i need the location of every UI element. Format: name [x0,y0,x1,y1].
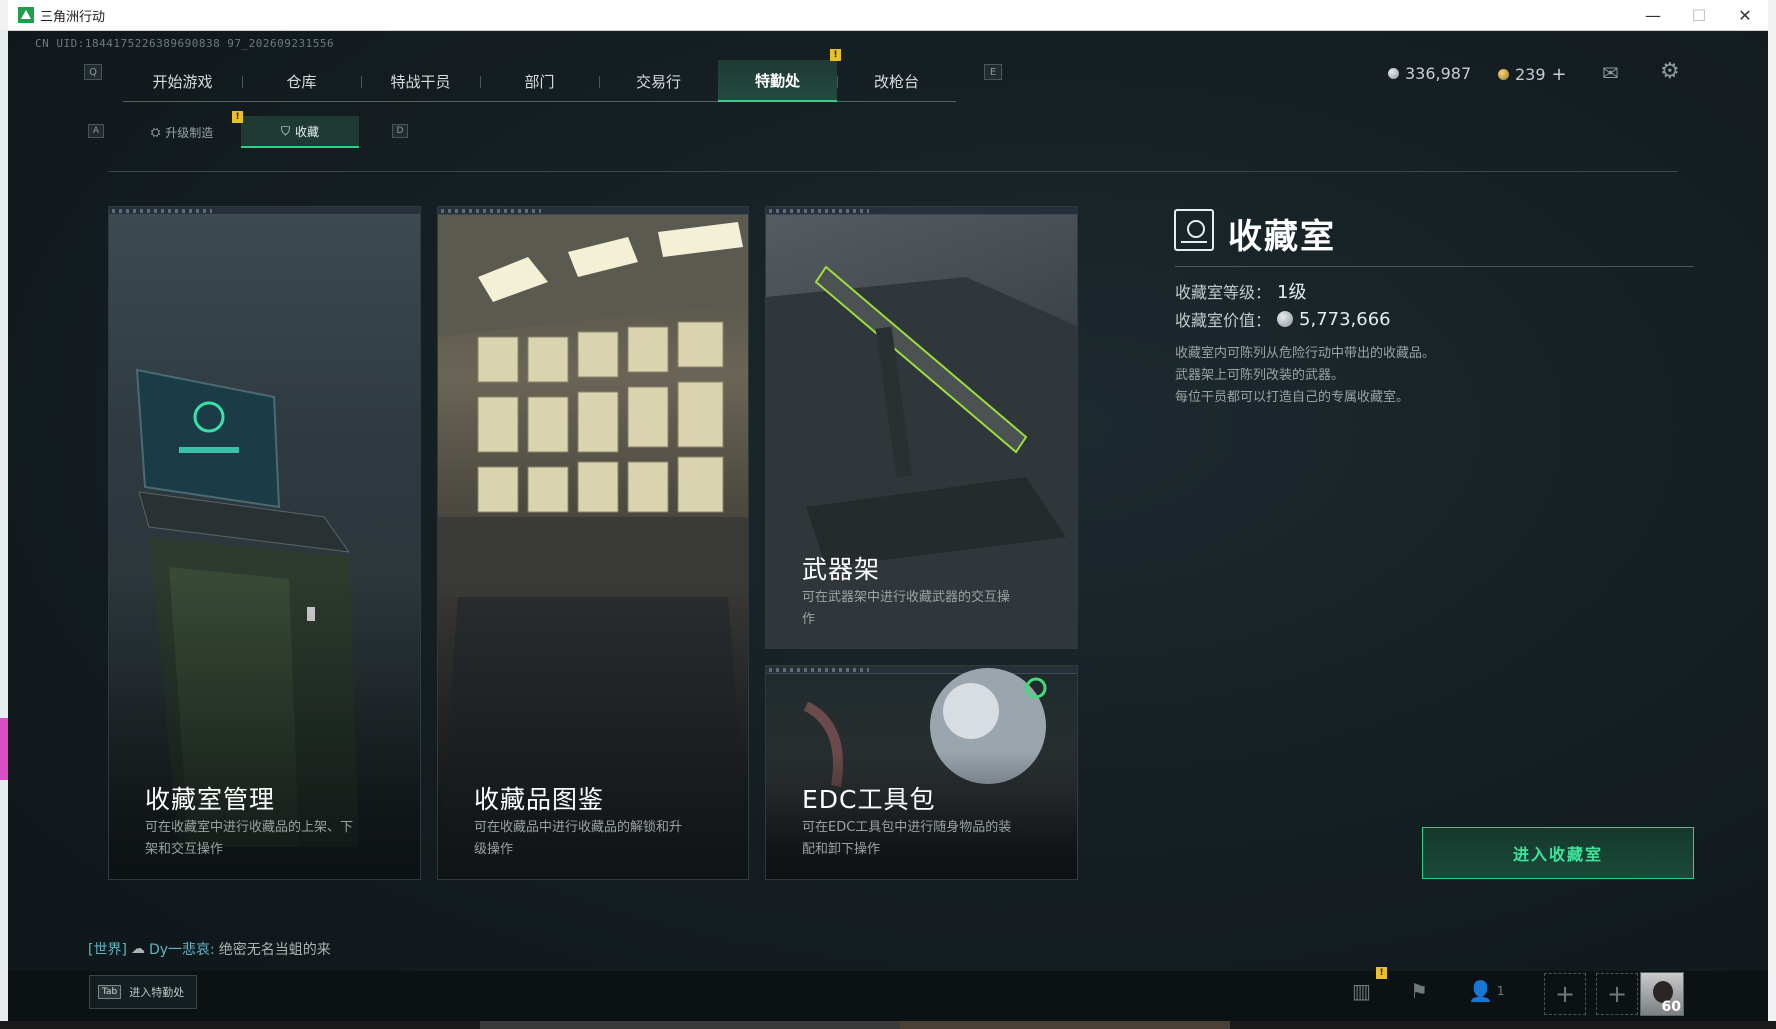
card-weapon-rack[interactable]: 武器架 可在武器架中进行收藏武器的交互操作 [765,206,1078,649]
card-title: 武器架 [802,555,881,584]
nav-next-key[interactable]: E [984,64,1002,80]
gold-amount: 239 [1515,65,1546,84]
silver-coin-icon [1388,68,1399,79]
nav-prev-key[interactable]: Q [84,64,102,80]
chat-message: 绝密无名当蛆的来 [218,942,331,958]
chat-channel: [世界] [88,942,127,958]
stats-chart-icon[interactable]: ▥ [1352,979,1371,1003]
upgrade-alert-badge: ! [232,111,243,123]
tab-department[interactable]: 部门 [480,60,599,102]
card-description: 可在收藏品中进行收藏品的解锁和升 级操作 [474,820,683,857]
minimize-icon[interactable]: — [1630,0,1676,31]
tab-special-ops[interactable]: 特勤处 [718,60,837,102]
card-title: 收藏品图鉴 [474,785,605,814]
tab-key: Tab [98,985,122,999]
card-description: 可在收藏室中进行收藏品的上架、下 架和交互操作 [145,820,354,857]
mail-icon[interactable]: ✉ [1602,61,1619,85]
card-description: 可在武器架中进行收藏武器的交互操作 [802,590,1011,627]
value-coin-icon [1277,311,1294,327]
app-logo-icon [18,7,34,23]
maximize-icon[interactable]: ☐ [1676,0,1722,31]
player-avatar[interactable]: 60 [1640,972,1684,1016]
card-title: EDC工具包 [802,785,936,814]
room-level-value: 1级 [1277,282,1307,303]
card-collection-management[interactable]: 收藏室管理 可在收藏室中进行收藏品的上架、下 架和交互操作 [108,206,421,880]
os-taskbar [0,1021,1776,1029]
info-description: 收藏室内可陈列从危险行动中带出的收藏品。 武器架上可陈列改装的武器。 每位干员都… [1175,346,1436,405]
card-edc-toolkit[interactable]: EDC工具包 可在EDC工具包中进行随身物品的装 配和卸下操作 [765,665,1078,880]
tab-operators[interactable]: 特战干员 [361,60,480,102]
window-title: 三角洲行动 [40,9,106,25]
room-level-label: 收藏室等级： [1175,283,1272,302]
gold-coin-icon [1498,69,1509,80]
silver-currency: 336,987 [1388,64,1471,83]
window-titlebar: 三角洲行动 — ☐ ✕ [8,0,1768,31]
card-description: 可在EDC工具包中进行随身物品的装 配和卸下操作 [802,820,1012,857]
taskbar-segment [900,1021,1230,1029]
header-divider [108,171,1678,172]
tab-warehouse[interactable]: 仓库 [242,60,361,102]
craft-icon: ⛭ [150,124,161,139]
tab-hint-label: 进入特勤处 [129,986,185,999]
chat-user-icon: ☁ [130,941,145,957]
info-title: 收藏室 [1228,217,1336,257]
room-value-row: 收藏室价值： 5,773,666 [1175,307,1391,331]
subnav-next-key[interactable]: D [392,124,408,138]
desktop-highlight [0,718,8,780]
desktop-strip-right [1768,30,1776,1029]
silver-amount: 336,987 [1405,64,1472,83]
tab-gunsmith[interactable]: 改枪台 [837,60,956,102]
settings-gear-icon[interactable]: ⚙ [1660,59,1680,84]
room-value-label: 收藏室价值： [1175,311,1272,330]
enter-special-ops-hint[interactable]: Tab 进入特勤处 [89,975,197,1009]
player-level: 60 [1661,999,1681,1015]
team-slot-add-2[interactable]: + [1596,973,1638,1015]
team-slot-add-1[interactable]: + [1544,973,1586,1015]
subnav-prev-key[interactable]: A [88,124,104,138]
room-value-amount: 5,773,666 [1299,308,1391,330]
add-currency-button[interactable]: + [1552,64,1567,85]
chat-username: Dy一悲哀: [148,942,215,958]
collection-room-icon [1174,209,1214,251]
info-divider [1175,266,1694,267]
card-collection-catalog[interactable]: 收藏品图鉴 可在收藏品中进行收藏品的解锁和升 级操作 [437,206,749,880]
room-level-row: 收藏室等级： 1级 [1175,278,1306,304]
close-icon[interactable]: ✕ [1722,0,1768,31]
game-viewport: CN UID:1844175226389690838 97_2026092315… [8,31,1768,1021]
collection-icon: ⛉ [280,123,290,138]
taskbar-segment [480,1021,900,1029]
uid-text: CN UID:1844175226389690838 97_2026092315… [35,37,335,50]
tab-trading[interactable]: 交易行 [599,60,718,102]
flag-icon[interactable]: ⚑ [1410,979,1428,1003]
stats-alert-badge: ! [1376,967,1387,979]
special-ops-alert-badge: ! [830,49,841,61]
enter-collection-room-button[interactable]: 进入收藏室 [1422,827,1694,879]
desktop-strip-left [0,30,8,1029]
friends-button[interactable]: 👤 1 [1468,979,1505,1003]
gold-currency: 239 + [1498,64,1567,85]
window-controls: — ☐ ✕ [1630,0,1768,31]
friends-icon: 👤 [1468,979,1493,1003]
main-nav: 开始游戏 仓库 特战干员 部门 交易行 特勤处 改枪台 [123,60,956,102]
subtab-upgrade-craft[interactable]: ⛭ 升级制造 [123,116,241,148]
world-chat-line[interactable]: [世界] ☁ Dy一悲哀: 绝密无名当蛆的来 [88,939,331,959]
friends-count: 1 [1496,984,1505,998]
subtab-collection[interactable]: ⛉ 收藏 [241,116,359,148]
tab-start-game[interactable]: 开始游戏 [123,60,242,102]
card-title: 收藏室管理 [145,785,276,814]
